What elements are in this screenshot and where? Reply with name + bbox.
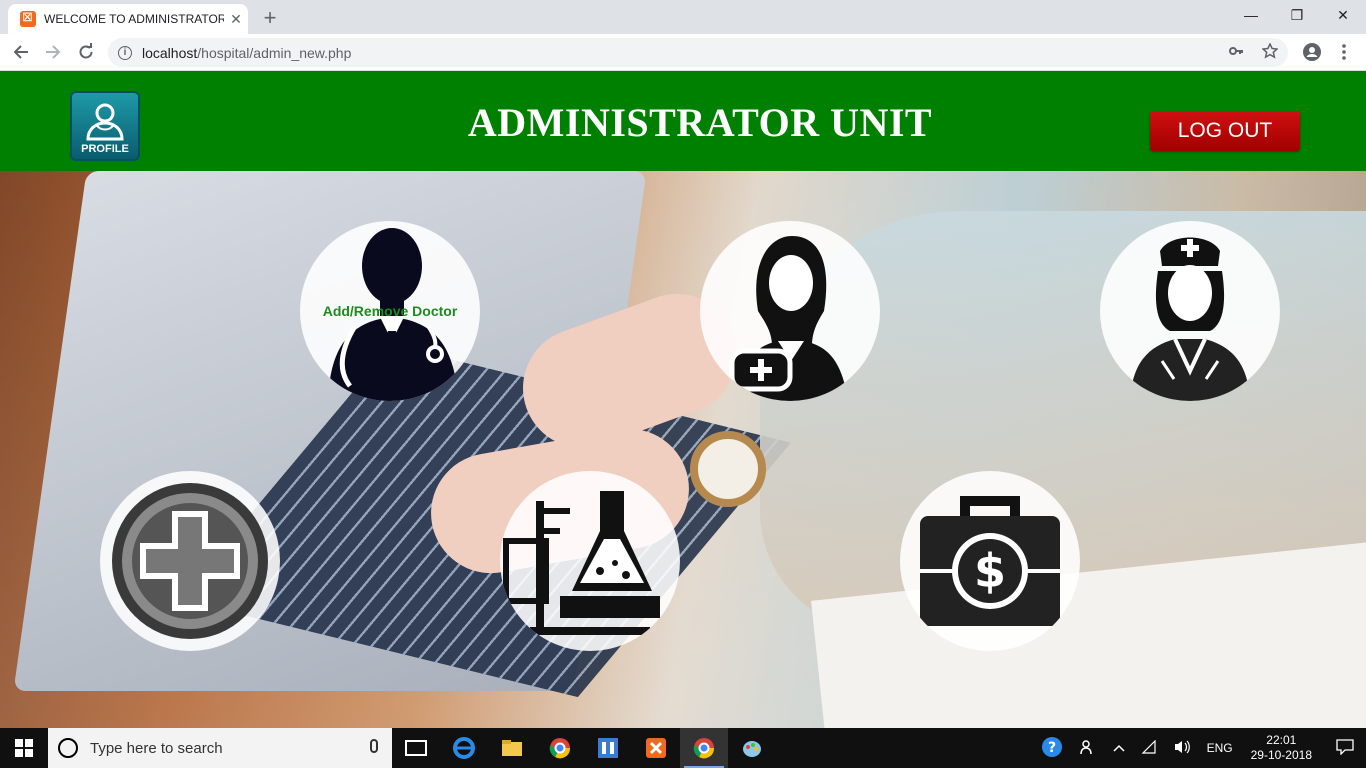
browser-tabbar: WELCOME TO ADMINISTRATOR U ✕ + — ❐ ✕ xyxy=(0,0,1366,34)
info-icon[interactable]: i xyxy=(118,45,132,60)
url-host: localhost xyxy=(142,44,198,61)
laboratory-icon xyxy=(503,491,660,635)
windows-icon xyxy=(15,739,33,757)
browser-toolbar: i localhost/hospital/admin_new.php xyxy=(0,34,1366,71)
network-icon[interactable] xyxy=(1133,739,1165,757)
svg-text:?: ? xyxy=(1048,740,1056,756)
tab-title: WELCOME TO ADMINISTRATOR U xyxy=(44,12,224,26)
address-bar[interactable]: i localhost/hospital/admin_new.php xyxy=(108,38,1288,67)
reload-icon[interactable] xyxy=(74,40,98,64)
tile-female-doctor[interactable] xyxy=(700,221,880,401)
restore-button[interactable]: ❐ xyxy=(1274,0,1320,30)
watch-illustration xyxy=(690,431,766,507)
tile-medical[interactable] xyxy=(100,471,280,651)
edge-icon[interactable] xyxy=(440,728,488,768)
account-icon[interactable] xyxy=(1300,40,1324,64)
clock-time: 22:01 xyxy=(1266,733,1297,747)
logout-button[interactable]: LOG OUT xyxy=(1150,111,1300,151)
task-view-icon[interactable] xyxy=(392,728,440,768)
xampp-icon[interactable] xyxy=(632,728,680,768)
menu-icon[interactable] xyxy=(1332,40,1356,64)
forward-icon[interactable] xyxy=(41,40,65,64)
chrome-icon[interactable] xyxy=(536,728,584,768)
new-tab-button[interactable]: + xyxy=(258,5,282,31)
browser-tab[interactable]: WELCOME TO ADMINISTRATOR U ✕ xyxy=(8,4,248,34)
xampp-favicon-icon xyxy=(20,9,36,27)
back-icon[interactable] xyxy=(9,40,33,64)
volume-icon[interactable] xyxy=(1165,739,1199,758)
microphone-icon[interactable] xyxy=(370,739,378,753)
taskbar: Type here to search ? ENG 22:01 29-10-20… xyxy=(0,728,1366,768)
url-path: /hospital/admin_new.php xyxy=(197,44,352,61)
money-case-icon: $ xyxy=(920,496,1060,626)
svg-text:$: $ xyxy=(974,544,1006,598)
taskbar-search-box[interactable]: Type here to search xyxy=(48,728,392,768)
cortana-icon xyxy=(58,738,78,758)
window-close-button[interactable]: ✕ xyxy=(1320,0,1366,30)
female-doctor-icon xyxy=(729,236,848,401)
start-button[interactable] xyxy=(0,728,48,768)
chrome-active-icon[interactable] xyxy=(680,728,728,768)
minimize-button[interactable]: — xyxy=(1228,0,1274,30)
tile-laboratory[interactable] xyxy=(500,471,680,651)
page-header: PROFILE ADMINISTRATOR UNIT LOG OUT xyxy=(0,71,1366,171)
tile-finance[interactable]: $ xyxy=(900,471,1080,651)
tile-nurse[interactable] xyxy=(1100,221,1280,401)
tile-add-remove-doctor[interactable]: Add/Remove Doctor xyxy=(300,221,480,401)
key-icon[interactable] xyxy=(1228,43,1244,64)
system-tray: ? ENG 22:01 29-10-2018 xyxy=(1033,728,1366,768)
clock-date: 29-10-2018 xyxy=(1250,748,1312,762)
tile-label: Add/Remove Doctor xyxy=(322,303,458,319)
clock[interactable]: 22:01 29-10-2018 xyxy=(1241,733,1322,763)
language-indicator[interactable]: ENG xyxy=(1199,741,1241,755)
file-explorer-icon[interactable] xyxy=(488,728,536,768)
people-icon[interactable] xyxy=(1071,738,1105,759)
app-window-icon[interactable] xyxy=(584,728,632,768)
tab-close-icon[interactable]: ✕ xyxy=(224,11,248,28)
notifications-icon[interactable] xyxy=(1322,738,1366,758)
paint-icon[interactable] xyxy=(728,728,776,768)
help-icon[interactable]: ? xyxy=(1033,736,1071,761)
medical-cross-icon xyxy=(112,483,268,639)
nurse-icon xyxy=(1130,237,1250,401)
chevron-up-icon[interactable] xyxy=(1105,741,1133,755)
page-content: PROFILE ADMINISTRATOR UNIT LOG OUT Add/R… xyxy=(0,71,1366,728)
search-placeholder: Type here to search xyxy=(90,739,223,757)
bookmark-star-icon[interactable] xyxy=(1261,42,1279,64)
